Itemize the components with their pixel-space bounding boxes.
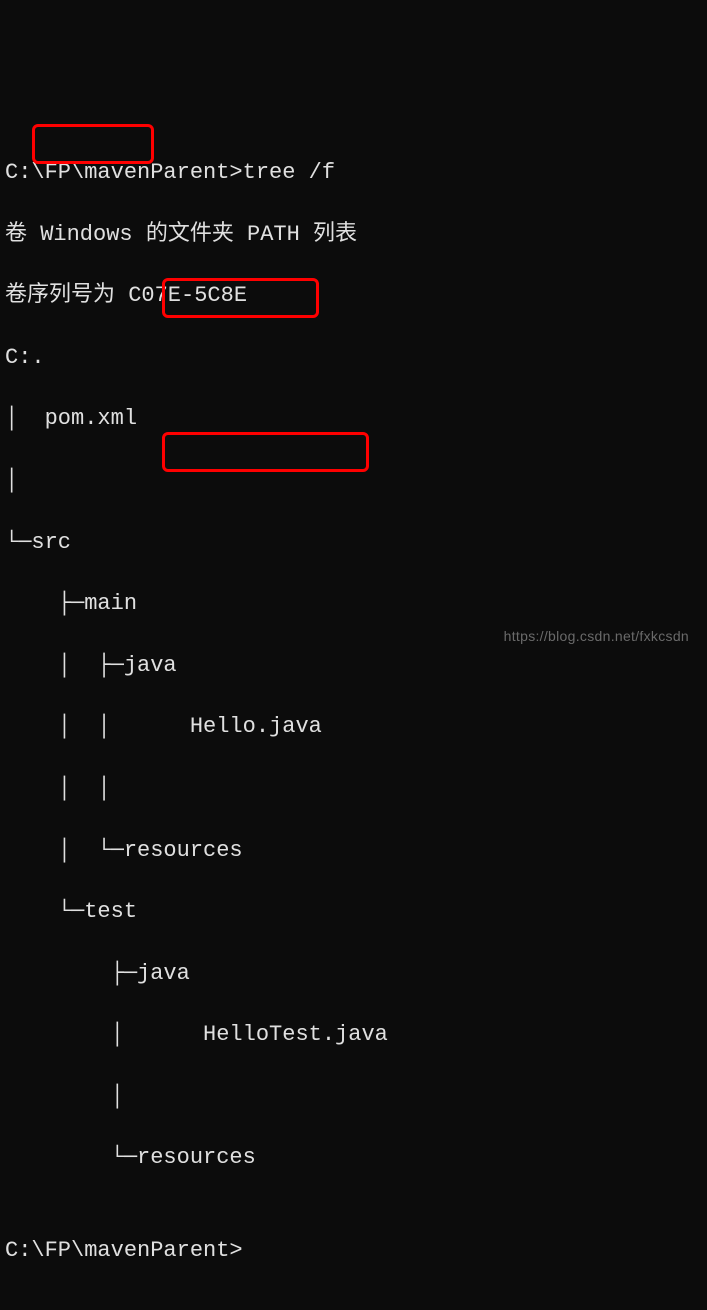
output-line: │ HelloTest.java: [5, 1020, 702, 1051]
output-line: │: [5, 466, 702, 497]
output-line: ├─main: [5, 589, 702, 620]
output-line: └─test: [5, 897, 702, 928]
output-line: └─src: [5, 528, 702, 559]
output-line: C:.: [5, 343, 702, 374]
output-line: │ └─resources: [5, 836, 702, 867]
output-line: 卷 Windows 的文件夹 PATH 列表: [5, 220, 702, 251]
terminal-output: C:\FP\mavenParent>tree /f 卷 Windows 的文件夹…: [5, 127, 702, 1297]
output-line: ├─java: [5, 959, 702, 990]
command-line: C:\FP\mavenParent>tree /f: [5, 158, 702, 189]
output-line: │: [5, 1082, 702, 1113]
output-line: └─resources: [5, 1143, 702, 1174]
output-line: 卷序列号为 C07E-5C8E: [5, 281, 702, 312]
output-line: │ pom.xml: [5, 404, 702, 435]
watermark-text: https://blog.csdn.net/fxkcsdn: [504, 627, 689, 647]
output-line: │ │ Hello.java: [5, 712, 702, 743]
output-line: │ │: [5, 774, 702, 805]
output-line: │ ├─java: [5, 651, 702, 682]
command-prompt: C:\FP\mavenParent>: [5, 1236, 702, 1267]
